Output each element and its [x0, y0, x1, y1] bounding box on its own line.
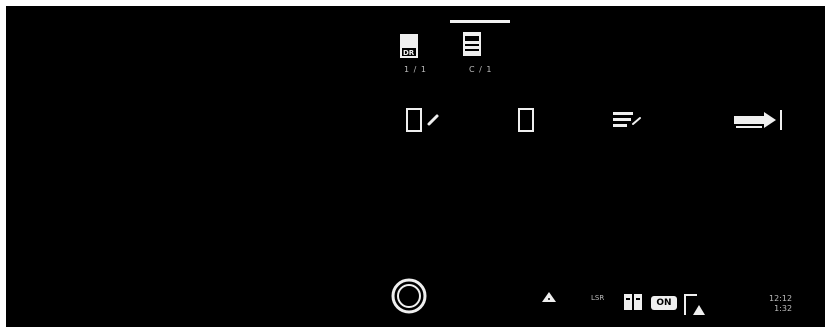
time-line1: 12:12	[769, 294, 793, 303]
card-stack-icon	[622, 292, 650, 318]
clock: 12:12 1:32	[769, 294, 792, 314]
jog-dial[interactable]	[390, 277, 428, 315]
mode-caption: C / 1	[469, 65, 493, 74]
svg-text:DR: DR	[403, 49, 415, 57]
mode-caption: 1 / 1	[404, 65, 427, 74]
rect-icon[interactable]	[515, 106, 539, 138]
tray-card-icon[interactable]	[461, 30, 487, 60]
rect-pencil-icon[interactable]	[403, 106, 447, 138]
status-label: LSR	[591, 294, 605, 302]
on-badge: ON	[651, 296, 677, 310]
lines-pencil-icon[interactable]	[609, 106, 649, 138]
time-line2: 1:32	[774, 304, 793, 313]
device-screen: DR 1 / 1 C / 1 LSR ON 12:12 1:32	[6, 6, 825, 327]
active-tab-indicator	[450, 20, 510, 23]
dr-document-icon[interactable]: DR	[398, 32, 424, 62]
corner-warning-icon	[681, 291, 709, 321]
arrow-exit-icon[interactable]	[730, 106, 790, 140]
warning-icon	[540, 289, 558, 308]
